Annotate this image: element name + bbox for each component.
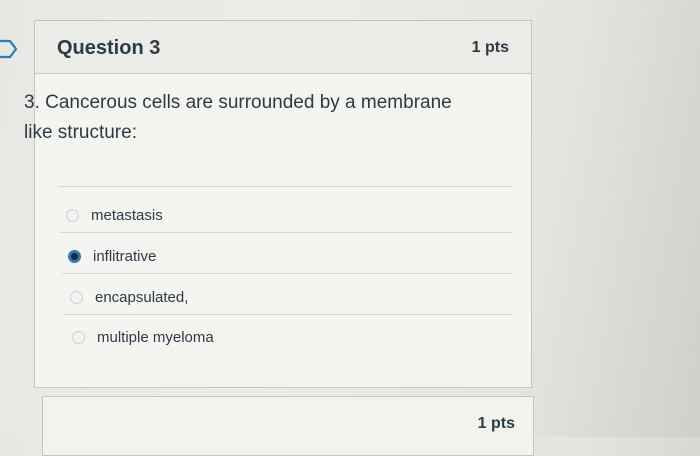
flag-icon[interactable] — [0, 38, 20, 60]
divider — [64, 314, 512, 315]
radio-button[interactable] — [72, 330, 85, 344]
radio-button[interactable] — [66, 208, 79, 222]
next-question-points: 1 pts — [477, 415, 515, 432]
question-title: Question 3 — [57, 37, 161, 59]
radio-button-selected[interactable] — [68, 249, 81, 263]
answer-label: inflitrative — [93, 247, 157, 265]
answer-option-multiple-myeloma[interactable]: multiple myeloma — [72, 324, 214, 350]
answer-option-inflitrative[interactable]: inflitrative — [68, 243, 156, 269]
answer-label: multiple myeloma — [97, 328, 214, 346]
radio-button[interactable] — [70, 290, 83, 304]
question-points: 1 pts — [471, 39, 509, 56]
divider — [60, 232, 512, 233]
question-header: Question 3 1 pts — [35, 21, 531, 74]
answer-option-metastasis[interactable]: metastasis — [66, 202, 163, 228]
question-text: 3. Cancerous cells are surrounded by a m… — [24, 92, 452, 143]
divider — [62, 273, 512, 274]
next-question-card: 1 pts — [42, 396, 534, 456]
answer-option-encapsulated[interactable]: encapsulated, — [70, 284, 188, 310]
divider — [58, 186, 512, 187]
answer-label: metastasis — [91, 206, 163, 224]
answer-label: encapsulated, — [95, 288, 189, 306]
